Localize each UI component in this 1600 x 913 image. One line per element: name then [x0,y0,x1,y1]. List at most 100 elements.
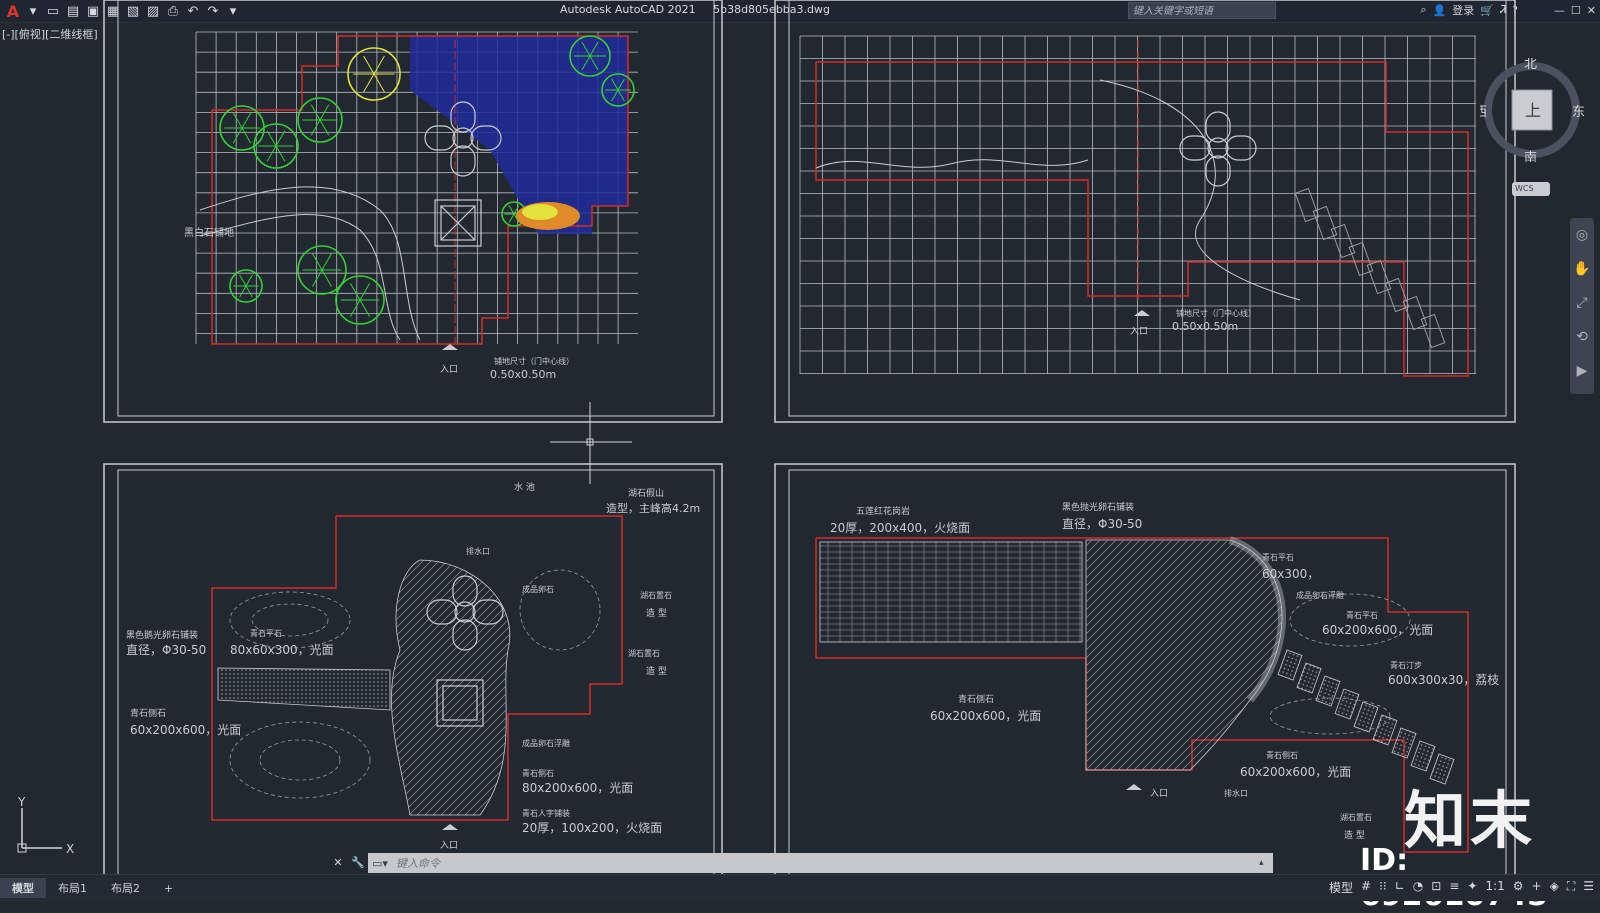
d4-label-flat-val: 60x300， [1262,567,1319,581]
orbit-icon[interactable]: ⟲ [1570,320,1594,354]
model-space-button[interactable]: 模型 [1329,879,1353,896]
d4-label-side-mid-val: 60x200x600，光面 [930,709,1041,723]
status-bar: 模型 布局1 布局2 + 模型 # ⁝⁝ ∟ ◔ ⊡ ≡ ✦ 1:1 ⚙ + ◈… [0,874,1600,901]
d4-label-right3: 青石汀步 [1390,660,1422,670]
d3-label-lake1: 湖石置石 [640,591,672,600]
tree-branch [266,130,277,147]
status-icons: 模型 # ⁝⁝ ∟ ◔ ⊡ ≡ ✦ 1:1 ⚙ + ◈ ⛶ ☰ [1329,879,1594,896]
d4-label-lake: 湖石置石 [1340,813,1372,822]
customize-icon[interactable]: 🔧 [348,853,368,873]
zoom-icon[interactable]: ⤢ [1570,286,1594,320]
grid-icon[interactable]: # [1361,879,1371,896]
tree-branch [275,130,286,147]
stepping-stone [1277,649,1303,681]
tree-branch [373,73,385,93]
d4-label-top: 五莲红花岗岩 [856,505,910,517]
drawing3-entrance-arrow-icon [442,824,458,830]
drawing1-scale-label: 铺地尺寸（门中心线） [494,356,574,366]
d4-label-right1: 成品卵石浮雕 [1296,590,1344,600]
drawing4-entrance-arrow-icon [1126,784,1142,790]
tree-branch [245,285,253,298]
drawing2-scale-label: 铺地尺寸（门中心线） [1176,308,1256,318]
tree-branch [321,269,333,287]
compass-south[interactable]: 南 [1524,150,1537,166]
d3-label-blue-stone: 青石平石 [250,628,282,638]
d3-label-drain: 排水口 [466,546,490,556]
fullscreen-icon[interactable]: ⛶ [1567,879,1575,896]
d3-label-lake2-sub: 造 型 [646,665,667,677]
tree-branch [363,73,375,93]
wcs-menu[interactable]: WCS [1512,182,1550,196]
command-input[interactable] [392,854,1259,872]
d4-label-right3-val: 600x300x30，荔枝 [1388,672,1499,687]
tree-branch [359,299,371,317]
d3-label-blue-stone-val: 80x60x300，光面 [230,643,334,657]
add-layout-button[interactable]: + [152,880,185,897]
osnap-icon[interactable]: ⊡ [1431,879,1441,896]
stepping-stone [1391,727,1417,759]
tree-branch [232,127,243,144]
tree-branch [310,119,321,136]
drawing1-note1: 黑白石铺地 [184,226,234,239]
d4-label-side-bottom-val: 60x200x600，光面 [1240,765,1351,779]
drawing2-pavilion [1179,111,1257,187]
compass-north[interactable]: 北 [1524,57,1537,72]
steering-wheel-icon[interactable]: ◎ [1570,218,1594,252]
tree-branch [245,274,253,287]
ucs-icon: Y X [17,796,74,856]
drawing2-plan: 入口 铺地尺寸（门中心线） 0.50x0.50m [815,40,1469,377]
lineweight-icon[interactable]: ≡ [1449,879,1459,896]
d3-label-stone-left-sub: 直径，Φ30-50 [126,643,206,657]
drawing-canvas[interactable]: 黑白石铺地 铺地尺寸（门中心线） 0.50x0.50m 入口 入口 铺地尺寸（门… [0,0,1600,900]
drawing1-scale-value: 0.50x0.50m [490,368,556,381]
tree-branch [239,285,247,298]
tree-branch [349,283,361,301]
view-cube[interactable]: 上 北 南 东 西 [1474,57,1585,166]
tab-layout2[interactable]: 布局2 [99,878,152,898]
crosshair-cursor [550,402,632,484]
drawing4-entrance: 入口 [1150,788,1168,799]
showmotion-icon[interactable]: ▶ [1570,354,1594,388]
tree-branch [373,55,385,75]
snap-icon[interactable]: ⁝⁝ [1379,879,1387,896]
d4-label-drain: 排水口 [1224,788,1248,798]
ortho-icon[interactable]: ∟ [1395,879,1405,896]
d4-label-side-mid: 青石侧石 [958,693,994,705]
add-icon[interactable]: + [1532,879,1542,896]
svg-text:Y: Y [17,796,26,809]
recent-commands-icon[interactable]: ▭▾ [368,857,392,870]
stepping-stone [1296,662,1322,694]
tree-branch [319,119,330,136]
tree-branch [359,283,371,301]
d4-label-side-bottom: 青石侧石 [1266,750,1298,760]
drawing1-entrance-arrow-icon [442,344,458,350]
tree-branch [311,253,323,271]
settings-gear-icon[interactable]: ⚙ [1513,879,1524,896]
tree-branch [232,112,243,129]
navigation-bar: ◎ ✋ ⤢ ⟲ ▶ [1570,218,1594,394]
svg-text:X: X [66,842,74,856]
pan-icon[interactable]: ✋ [1570,252,1594,286]
tree-branch [321,253,333,271]
cmd-expand-icon[interactable]: ▴ [1259,858,1273,868]
tree-branch [266,145,277,162]
annotation-scale[interactable]: 1:1 [1485,879,1504,896]
drawing1-entrance: 入口 [440,364,458,375]
compass-west[interactable]: 西 [1474,105,1487,120]
close-cmdline-icon[interactable]: ✕ [328,853,348,873]
view-cube-top-face[interactable]: 上 [1525,101,1541,120]
polar-icon[interactable]: ◔ [1413,879,1423,896]
tab-model[interactable]: 模型 [0,878,46,898]
isolate-icon[interactable]: ◈ [1550,879,1559,896]
annotation-icon[interactable]: ✦ [1467,879,1477,896]
d4-label-black: 黑色抛光卵石铺装 [1062,501,1134,513]
compass-east[interactable]: 东 [1572,105,1585,120]
tree-branch [241,112,252,129]
d3-label-side-val: 60x200x600，光面 [130,723,241,737]
tab-layout1[interactable]: 布局1 [46,878,99,898]
drawing4-plan: 五莲红花岗岩 20厚，200x400，火烧面 黑色抛光卵石铺装 直径，Φ30-5… [815,501,1499,853]
d4-label-black-val: 直径，Φ30-50 [1062,517,1142,531]
tree-branch [275,145,286,162]
menu-icon[interactable]: ☰ [1583,879,1594,896]
drawing2-scale-value: 0.50x0.50m [1172,320,1238,333]
